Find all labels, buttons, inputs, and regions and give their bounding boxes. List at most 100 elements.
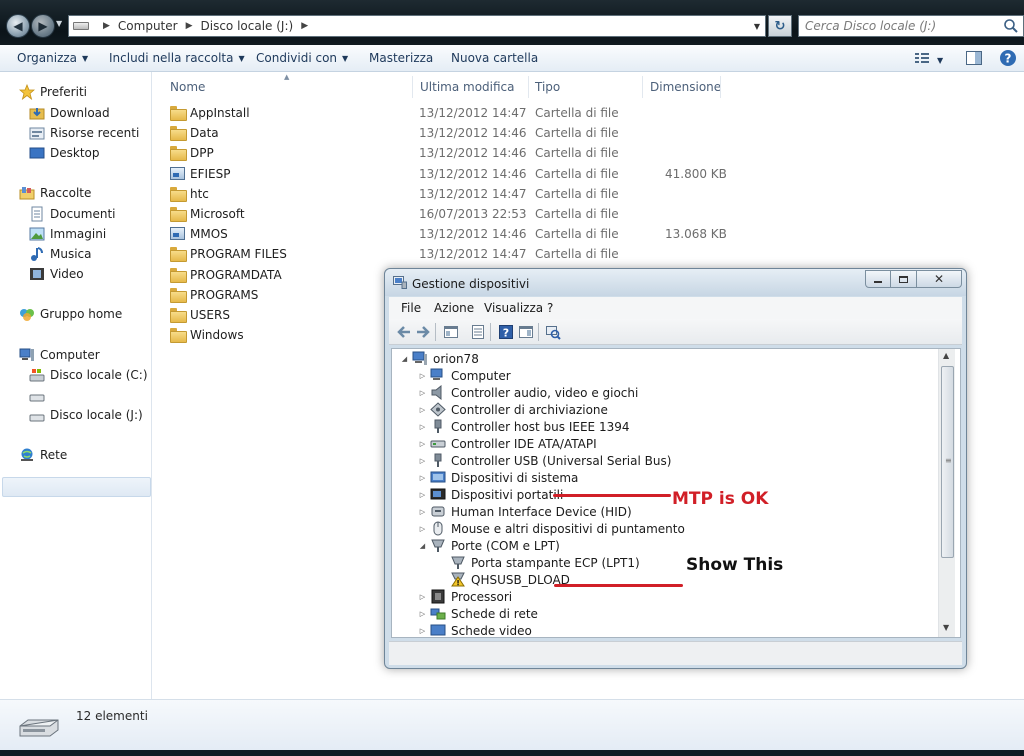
column-divider[interactable] xyxy=(720,76,721,98)
expand-icon[interactable]: ▷ xyxy=(418,627,427,635)
tree-node-hid[interactable]: ▷ Human Interface Device (HID) xyxy=(418,503,632,520)
burn-button[interactable]: Masterizza xyxy=(369,51,433,65)
organize-button[interactable]: Organizza ▼ xyxy=(17,51,88,65)
table-row[interactable]: htc 13/12/2012 14:47 Cartella di file xyxy=(168,184,728,204)
menu-file[interactable]: File xyxy=(401,301,421,315)
tree-node-video[interactable]: ▷ Schede video xyxy=(418,622,532,638)
table-row[interactable]: Microsoft 16/07/2013 22:53 Cartella di fil… xyxy=(168,204,728,224)
collapse-icon[interactable]: ◢ xyxy=(418,542,427,550)
nav-libraries[interactable]: Raccolte xyxy=(19,184,91,202)
tree-node-ports[interactable]: ◢ Porte (COM e LPT) xyxy=(418,537,560,554)
address-history-dropdown-icon[interactable]: ▼ xyxy=(748,15,766,37)
close-button[interactable]: ✕ xyxy=(917,270,962,288)
tree-node-qhsusb[interactable]: QHSUSB_DLOAD xyxy=(438,571,570,588)
expand-icon[interactable]: ▷ xyxy=(418,457,427,465)
nav-network[interactable]: Rete xyxy=(19,446,67,464)
menu-action[interactable]: Azione xyxy=(434,301,474,315)
expand-icon[interactable]: ▷ xyxy=(418,474,427,482)
nav-drive-c[interactable]: Disco locale (C:) xyxy=(29,366,148,384)
table-row[interactable]: AppInstall 13/12/2012 14:47 Cartella di fi… xyxy=(168,103,728,123)
table-row[interactable]: MMOS 13/12/2012 14:46 Cartella di file 13.0… xyxy=(168,224,728,244)
breadcrumb-drive-j[interactable]: Disco locale (J:) xyxy=(201,19,294,33)
minimize-button[interactable] xyxy=(865,270,891,288)
help-icon[interactable]: ? xyxy=(498,324,514,340)
view-dropdown-icon[interactable]: ▼ xyxy=(937,53,943,67)
menu-help[interactable]: ? xyxy=(547,301,553,315)
table-row[interactable]: Data 13/12/2012 14:46 Cartella di file xyxy=(168,123,728,143)
breadcrumb-computer[interactable]: Computer xyxy=(118,19,178,33)
refresh-button[interactable]: ↻ xyxy=(768,15,792,37)
scroll-up-icon[interactable]: ▲ xyxy=(943,351,949,360)
search-input[interactable] xyxy=(799,16,999,36)
nav-video[interactable]: Video xyxy=(29,265,84,283)
show-tree-icon[interactable] xyxy=(443,324,459,340)
tree-node-processors[interactable]: ▷ Processori xyxy=(418,588,512,605)
tree-node-computer[interactable]: ▷ Computer xyxy=(418,367,511,384)
tree-root-node[interactable]: ◢ orion78 xyxy=(400,350,479,367)
expand-icon[interactable]: ▷ xyxy=(418,389,427,397)
expand-icon[interactable]: ▷ xyxy=(418,610,427,618)
expand-icon[interactable]: ▷ xyxy=(418,508,427,516)
column-header-type[interactable]: Tipo xyxy=(535,80,560,94)
nav-favorites[interactable]: Preferiti xyxy=(19,83,87,101)
column-divider[interactable] xyxy=(642,76,643,98)
forward-button[interactable]: ▶ xyxy=(31,14,55,38)
nav-computer[interactable]: Computer xyxy=(19,346,100,364)
expand-icon[interactable]: ▷ xyxy=(418,525,427,533)
search-box[interactable] xyxy=(798,15,1024,37)
tree-node-audio[interactable]: ▷ Controller audio, video e giochi xyxy=(418,384,638,401)
chevron-right-icon[interactable]: ▶ xyxy=(186,21,193,31)
tree-node-mouse[interactable]: ▷ Mouse e altri dispositivi di puntament… xyxy=(418,520,685,537)
nav-drive-unnamed[interactable] xyxy=(29,386,50,404)
nav-download[interactable]: Download xyxy=(29,104,110,122)
chevron-right-icon[interactable]: ▶ xyxy=(301,21,308,31)
nav-drive-j[interactable]: Disco locale (J:) xyxy=(29,406,143,424)
column-header-name[interactable]: Nome xyxy=(170,80,205,94)
tree-node-usb[interactable]: ▷ Controller USB (Universal Serial Bus) xyxy=(418,452,671,469)
nav-desktop[interactable]: Desktop xyxy=(29,144,100,162)
nav-music[interactable]: Musica xyxy=(29,245,92,263)
expand-icon[interactable]: ▷ xyxy=(418,406,427,414)
table-row[interactable]: PROGRAM FILES 13/12/2012 14:47 Cartella di… xyxy=(168,244,728,264)
nav-recent[interactable]: Risorse recenti xyxy=(29,124,139,142)
address-input[interactable]: ▶ Computer ▶ Disco locale (J:) ▶ xyxy=(68,15,766,37)
nav-pictures[interactable]: Immagini xyxy=(29,225,106,243)
nav-documents[interactable]: Documenti xyxy=(29,205,116,223)
tree-node-network[interactable]: ▷ Schede di rete xyxy=(418,605,538,622)
tree-node-storage[interactable]: ▷ Controller di archiviazione xyxy=(418,401,608,418)
expand-icon[interactable]: ▷ xyxy=(418,440,427,448)
preview-pane-icon[interactable] xyxy=(965,49,983,67)
table-row[interactable]: EFIESP 13/12/2012 14:46 Cartella di file 41… xyxy=(168,164,728,184)
maximize-button[interactable] xyxy=(891,270,917,288)
share-with-button[interactable]: Condividi con ▼ xyxy=(256,51,348,65)
back-arrow-icon[interactable] xyxy=(396,324,412,340)
new-folder-button[interactable]: Nuova cartella xyxy=(451,51,538,65)
scrollbar-thumb[interactable]: ≡ xyxy=(941,366,954,558)
expand-icon[interactable]: ▷ xyxy=(418,593,427,601)
tree-node-lpt1[interactable]: Porta stampante ECP (LPT1) xyxy=(438,554,640,571)
back-button[interactable]: ◀ xyxy=(6,14,30,38)
search-icon[interactable] xyxy=(1003,18,1019,34)
column-divider[interactable] xyxy=(528,76,529,98)
menu-view[interactable]: Visualizza xyxy=(484,301,543,315)
column-header-size[interactable]: Dimensione xyxy=(650,80,721,94)
properties-icon[interactable] xyxy=(470,324,486,340)
tree-vertical-scrollbar[interactable]: ▲ ≡ ▼ xyxy=(938,349,955,637)
expand-icon[interactable]: ▷ xyxy=(418,423,427,431)
scan-hardware-icon[interactable] xyxy=(545,324,561,340)
nav-homegroup[interactable]: Gruppo home xyxy=(19,305,122,323)
action-view-icon[interactable] xyxy=(518,324,534,340)
column-divider[interactable] xyxy=(412,76,413,98)
help-icon[interactable]: ? xyxy=(999,49,1017,67)
tree-node-system[interactable]: ▷ Dispositivi di sistema xyxy=(418,469,579,486)
view-options-icon[interactable] xyxy=(913,49,931,67)
expand-icon[interactable]: ▷ xyxy=(418,491,427,499)
forward-arrow-icon[interactable] xyxy=(415,324,431,340)
device-manager-titlebar[interactable]: Gestione dispositivi ✕ xyxy=(385,269,966,296)
tree-node-ieee1394[interactable]: ▷ Controller host bus IEEE 1394 xyxy=(418,418,630,435)
collapse-icon[interactable]: ◢ xyxy=(400,355,409,363)
tree-node-ide[interactable]: ▷ Controller IDE ATA/ATAPI xyxy=(418,435,597,452)
chevron-right-icon[interactable]: ▶ xyxy=(103,21,110,31)
table-row[interactable]: DPP 13/12/2012 14:46 Cartella di file xyxy=(168,143,728,163)
expand-icon[interactable]: ▷ xyxy=(418,372,427,380)
